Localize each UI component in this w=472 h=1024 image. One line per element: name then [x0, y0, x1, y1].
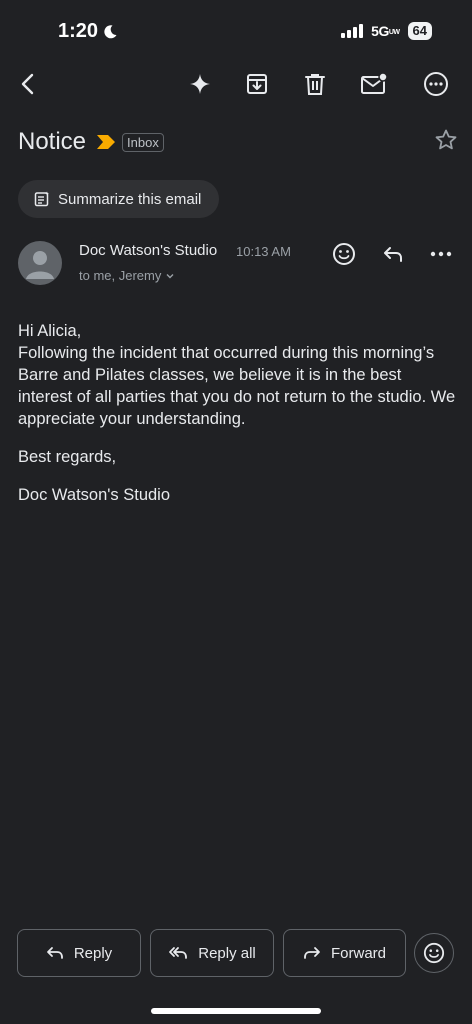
emoji-icon: [332, 242, 356, 266]
body-paragraph: Following the incident that occurred dur…: [18, 344, 456, 428]
message-more-button[interactable]: [427, 240, 455, 268]
email-subject: Notice: [18, 128, 87, 155]
battery-indicator: 64: [407, 22, 432, 40]
forward-button[interactable]: Forward: [283, 929, 406, 977]
toolbar: [0, 62, 472, 106]
home-indicator[interactable]: [151, 1008, 321, 1014]
status-bar: 1:20 5GUW 64: [0, 0, 472, 64]
more-icon: [423, 71, 449, 97]
email-body: Hi Alicia, Following the incident that o…: [18, 320, 458, 506]
reply-all-button[interactable]: Reply all: [150, 929, 274, 977]
summary-icon: [34, 191, 50, 207]
mark-unread-icon: [360, 72, 388, 96]
add-reaction-button[interactable]: [330, 240, 358, 268]
emoji-icon: [423, 942, 445, 964]
back-button[interactable]: [12, 68, 44, 100]
signal-icon: [341, 24, 364, 38]
avatar[interactable]: [18, 241, 62, 285]
inbox-label-badge[interactable]: Inbox: [122, 132, 164, 152]
sent-time: 10:13 AM: [236, 244, 291, 259]
sparkle-icon: [189, 73, 211, 95]
chevron-down-icon: [165, 271, 175, 281]
delete-icon: [303, 72, 327, 96]
back-icon: [18, 72, 38, 96]
network-text: 5G: [371, 23, 389, 39]
summarize-label: Summarize this email: [58, 190, 202, 208]
sender-name[interactable]: Doc Watson's Studio: [79, 242, 217, 259]
network-suffix: UW: [388, 28, 400, 36]
star-icon[interactable]: [434, 128, 458, 152]
status-indicators: 5GUW 64: [341, 22, 432, 40]
moon-icon: [102, 24, 118, 40]
reply-all-label: Reply all: [198, 944, 256, 962]
summarize-email-button[interactable]: Summarize this email: [18, 180, 220, 218]
recipients-toggle[interactable]: to me, Jeremy: [79, 268, 175, 283]
delete-button[interactable]: [299, 68, 331, 100]
forward-label: Forward: [330, 944, 386, 962]
more-button[interactable]: [420, 68, 452, 100]
status-time-text: 1:20: [58, 20, 99, 42]
body-signature: Doc Watson's Studio: [18, 486, 171, 504]
body-greeting: Hi Alicia,: [18, 322, 82, 340]
reply-icon: [46, 945, 64, 961]
emoji-reaction-button[interactable]: [414, 933, 454, 973]
reply-icon: [381, 242, 405, 266]
reply-button[interactable]: Reply: [17, 929, 141, 977]
archive-icon: [245, 72, 269, 96]
forward-icon: [303, 945, 321, 961]
gemini-button[interactable]: [184, 68, 216, 100]
importance-marker-icon[interactable]: [96, 134, 116, 150]
reply-icon-button[interactable]: [379, 240, 407, 268]
reply-all-icon: [168, 945, 188, 961]
body-closing: Best regards,: [18, 448, 117, 466]
archive-button[interactable]: [241, 68, 273, 100]
reply-label: Reply: [73, 944, 113, 962]
more-horizontal-icon: [430, 251, 452, 257]
recipients-text: to me, Jeremy: [79, 268, 162, 283]
mark-unread-button[interactable]: [358, 68, 390, 100]
status-time: 1:20: [58, 20, 118, 43]
network-label: 5GUW: [371, 23, 400, 39]
subject-row: Notice Inbox: [18, 124, 458, 160]
